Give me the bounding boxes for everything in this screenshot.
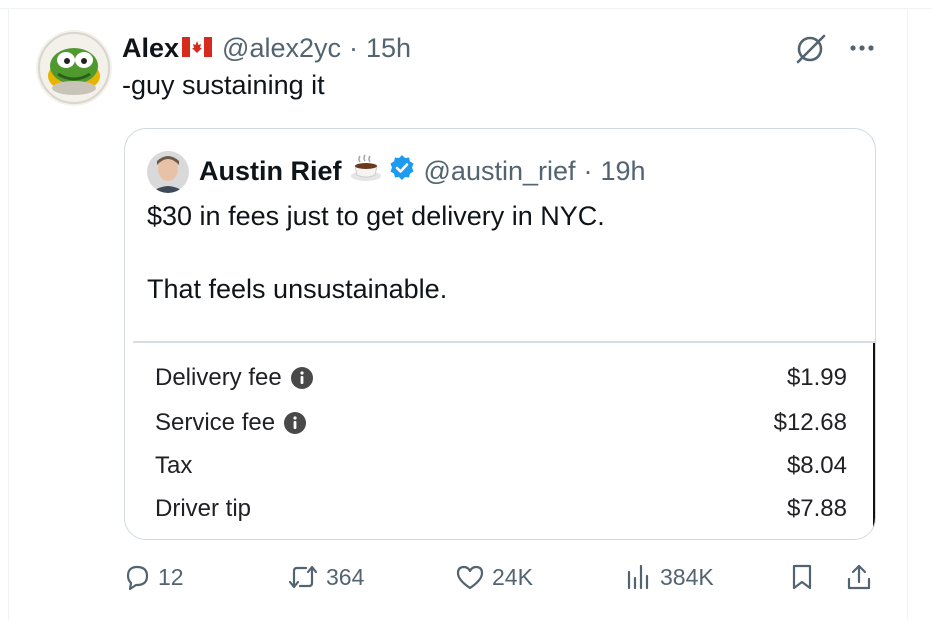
quote-text-line2: That feels unsustainable. (147, 274, 448, 304)
quote-separator: · (583, 155, 593, 186)
author-avatar[interactable] (36, 30, 112, 106)
fee-row: Tax $8.04 (155, 451, 847, 481)
repost-button[interactable]: 364 (286, 562, 364, 592)
frame-border-right (907, 8, 908, 620)
info-icon (290, 366, 314, 390)
bookmark-button[interactable] (788, 562, 822, 592)
frame-border-top (0, 8, 932, 9)
canada-flag-icon (182, 33, 213, 64)
fee-row: Driver tip $7.88 (155, 494, 847, 524)
fee-receipt-image[interactable]: Delivery fee $1.99 Service fee $12.68 Ta… (133, 341, 875, 539)
verified-badge-icon[interactable] (388, 154, 416, 189)
fee-label: Driver tip (155, 495, 252, 522)
fee-label: Service fee (155, 409, 276, 436)
reply-icon (126, 565, 149, 591)
fee-label: Delivery fee (155, 364, 282, 391)
frame-border-left (8, 8, 9, 620)
share-button[interactable] (844, 562, 880, 592)
repost-icon (288, 565, 318, 589)
bookmark-icon (792, 564, 812, 590)
views-icon (627, 564, 649, 590)
tweet-header: Alex @alex2yc · 15h (122, 30, 411, 66)
quoted-tweet[interactable]: Austin Rief @austin_rief · 19h $30 in fe… (124, 128, 876, 540)
quote-header: Austin Rief @austin_rief · 19h (199, 153, 646, 189)
fee-amount: $8.04 (786, 452, 847, 479)
reply-button[interactable]: 12 (122, 562, 184, 592)
tweet-text: -guy sustaining it (122, 70, 325, 100)
like-count: 24K (492, 563, 533, 590)
quote-author-avatar[interactable] (147, 151, 189, 193)
action-bar: 12 364 24K 384K (0, 560, 932, 596)
receipt-edge (873, 343, 875, 539)
more-icon[interactable] (848, 40, 876, 56)
author-name[interactable]: Alex (122, 33, 179, 64)
fee-amount: $1.99 (786, 364, 847, 391)
views-count: 384K (660, 563, 714, 590)
tweet-time[interactable]: 15h (366, 33, 411, 64)
fee-label: Tax (155, 452, 193, 479)
fee-amount: $7.88 (786, 495, 847, 522)
share-icon (847, 564, 871, 590)
fee-row: Delivery fee $1.99 (155, 363, 847, 393)
fee-amount: $12.68 (773, 409, 847, 436)
author-handle[interactable]: @alex2yc (222, 33, 341, 64)
quote-author-name[interactable]: Austin Rief (199, 156, 342, 187)
grok-icon[interactable] (794, 32, 828, 66)
reply-count: 12 (158, 563, 184, 590)
quote-time[interactable]: 19h (601, 156, 646, 187)
like-icon (456, 565, 484, 590)
repost-count: 364 (326, 563, 365, 590)
views-button[interactable]: 384K (624, 562, 714, 592)
quote-author-handle[interactable]: @austin_rief (424, 156, 576, 187)
info-icon (283, 411, 307, 435)
like-button[interactable]: 24K (454, 562, 533, 592)
coffee-icon (350, 154, 382, 189)
quote-text-line1: $30 in fees just to get delivery in NYC. (147, 201, 605, 231)
fee-row: Service fee $12.68 (155, 408, 847, 438)
separator: · (349, 32, 359, 63)
